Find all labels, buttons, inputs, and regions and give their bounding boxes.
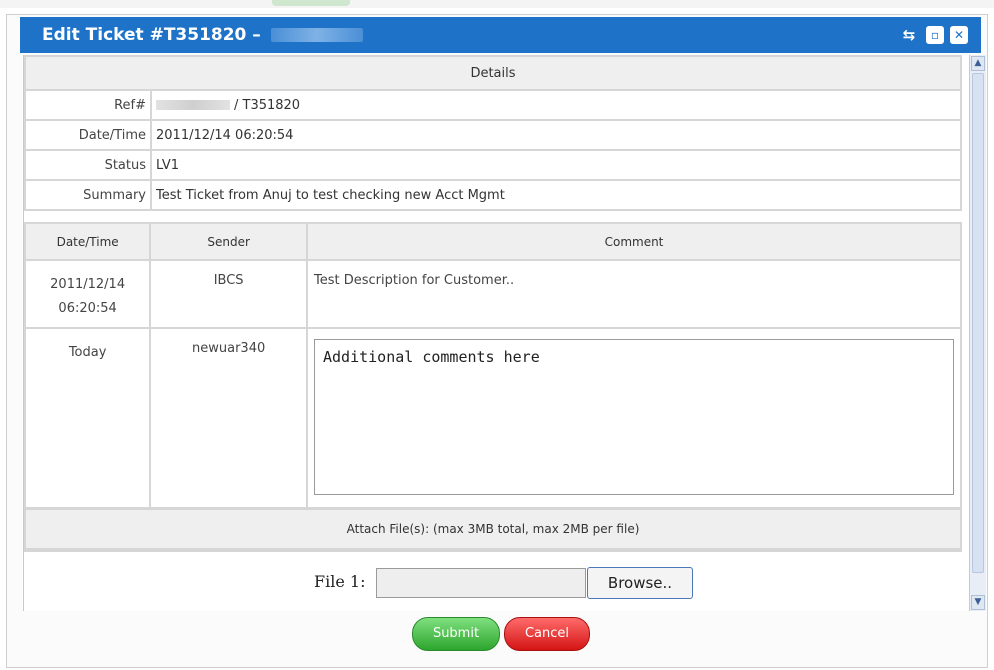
datetime-value: 2011/12/14 06:20:54 (150, 119, 962, 151)
datetime-label: Date/Time (24, 119, 152, 151)
comments-table: Date/Time Sender Comment 2011/12/14 06:2… (24, 222, 962, 509)
details-table: Details Ref# / T351820 Date/Time 2011/12… (24, 55, 962, 211)
file-1-label: File 1: (314, 572, 366, 591)
status-value: LV1 (150, 149, 962, 181)
maximize-icon[interactable]: ▫ (926, 26, 944, 44)
scrollbar-thumb[interactable] (972, 73, 984, 573)
comment-row: 2011/12/14 06:20:54 IBCS Test Descriptio… (24, 259, 962, 329)
ref-value: / T351820 (234, 97, 301, 113)
attach-files-header: Attach File(s): (max 3MB total, max 2MB … (24, 508, 962, 550)
submit-button[interactable]: Submit (412, 617, 500, 651)
ref-label: Ref# (24, 89, 152, 121)
comment-datetime: 2011/12/14 06:20:54 (24, 259, 152, 329)
comment-sender: IBCS (149, 259, 308, 329)
browse-button[interactable]: Browse.. (587, 567, 693, 599)
summary-value: Test Ticket from Anuj to test checking n… (150, 179, 962, 211)
redacted-customer-name (270, 28, 363, 42)
summary-label: Summary (24, 179, 152, 211)
details-header: Details (24, 55, 962, 91)
scroll-up-icon[interactable]: ▲ (971, 56, 985, 71)
edit-ticket-dialog: Edit Ticket #T351820 – ⇆ ▫ ✕ Details Ref… (6, 14, 988, 668)
column-header-sender: Sender (149, 222, 308, 261)
redacted-ref (156, 100, 230, 110)
column-header-comment: Comment (306, 222, 962, 261)
close-icon[interactable]: ✕ (950, 26, 968, 44)
new-comment-cell: Additional comments here (306, 327, 962, 509)
file-1-input[interactable] (376, 568, 586, 598)
cancel-button[interactable]: Cancel (504, 617, 590, 651)
file-upload-row: File 1: Browse.. (24, 550, 962, 611)
new-comment-sender: newuar340 (149, 327, 308, 509)
new-comment-row: Today newuar340 Additional comments here (24, 327, 962, 509)
comment-textarea[interactable]: Additional comments here (314, 339, 954, 495)
dialog-content: Details Ref# / T351820 Date/Time 2011/12… (23, 55, 970, 611)
background-tab (272, 0, 350, 6)
comment-text: Test Description for Customer.. (306, 259, 962, 329)
new-comment-date: Today (24, 327, 152, 509)
ref-value-cell: / T351820 (150, 89, 962, 121)
scroll-down-icon[interactable]: ▼ (971, 595, 985, 610)
content-scrollbar[interactable]: ▲ ▼ (969, 55, 986, 611)
comment-time: 06:20:54 (58, 301, 117, 316)
status-label: Status (24, 149, 152, 181)
refresh-icon[interactable]: ⇆ (900, 26, 918, 44)
dialog-title: Edit Ticket #T351820 – (42, 25, 261, 45)
column-header-datetime: Date/Time (24, 222, 152, 261)
background-strip (0, 0, 994, 8)
dialog-titlebar[interactable]: Edit Ticket #T351820 – ⇆ ▫ ✕ (20, 17, 981, 53)
comment-date: 2011/12/14 (50, 277, 126, 292)
